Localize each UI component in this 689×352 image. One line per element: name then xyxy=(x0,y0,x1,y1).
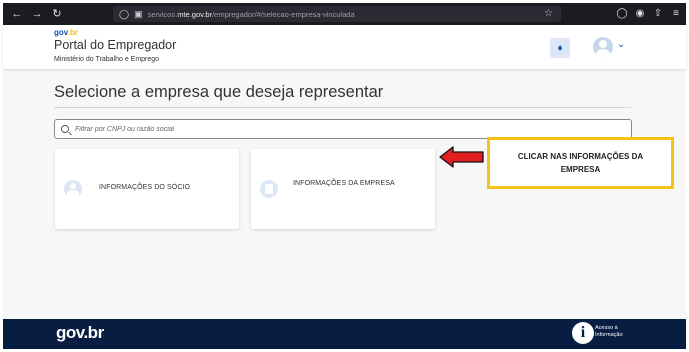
card-partner-info[interactable]: INFORMAÇÕES DO SÓCIO xyxy=(55,149,239,229)
back-icon[interactable]: ← xyxy=(9,6,25,22)
bookmark-star-icon[interactable]: ☆ xyxy=(544,8,553,19)
user-avatar[interactable] xyxy=(593,37,613,57)
card-label: INFORMAÇÕES DO SÓCIO xyxy=(99,184,191,191)
chevron-down-icon[interactable]: ⌄ xyxy=(617,39,625,50)
lock-icon[interactable]: ▣ xyxy=(134,9,143,19)
card-label: INFORMAÇÕES DA EMPRESA xyxy=(293,180,395,187)
page-title: Selecione a empresa que deseja represent… xyxy=(54,83,384,101)
extensions-icon[interactable]: ⇧ xyxy=(652,6,664,22)
notifications-bell-icon[interactable]: ♦ xyxy=(550,38,570,58)
site-footer: gov.br i Acesso à Informação xyxy=(3,319,686,349)
search-field[interactable] xyxy=(54,119,632,139)
info-icon[interactable]: i xyxy=(572,322,594,344)
card-company-info[interactable]: INFORMAÇÕES DA EMPRESA xyxy=(251,149,435,229)
account-icon[interactable]: ◉ xyxy=(634,6,646,22)
person-icon xyxy=(64,180,82,198)
forward-icon[interactable]: → xyxy=(29,6,45,22)
url-text: servicos.mte.gov.br/empregador/#/selecao… xyxy=(147,9,355,19)
instruction-callout: CLICAR NAS INFORMAÇÕES DA EMPRESA xyxy=(487,137,674,189)
callout-text: CLICAR NAS INFORMAÇÕES DA EMPRESA xyxy=(517,152,644,174)
search-icon xyxy=(61,125,69,133)
govbr-logo[interactable]: gov.br xyxy=(54,28,78,37)
divider xyxy=(54,107,631,108)
portal-title: Portal do Empregador xyxy=(54,38,177,52)
footer-govbr-logo[interactable]: gov.br xyxy=(56,323,104,343)
browser-toolbar: ← → ↻ ◯ ▣ servicos.mte.gov.br/empregador… xyxy=(3,3,686,25)
reload-icon[interactable]: ↻ xyxy=(49,6,65,22)
address-bar[interactable]: ◯ ▣ servicos.mte.gov.br/empregador/#/sel… xyxy=(113,6,561,22)
shield-icon[interactable]: ◯ xyxy=(119,9,129,19)
search-input[interactable] xyxy=(75,125,615,133)
access-to-information-link[interactable]: Acesso à Informação xyxy=(595,325,635,339)
building-icon xyxy=(260,180,278,198)
app-header: gov.br Portal do Empregador Ministério d… xyxy=(3,25,686,69)
red-arrow-icon xyxy=(439,146,484,168)
browser-tools: ◯ ◉ ⇧ ≡ xyxy=(616,6,682,22)
pocket-icon[interactable]: ◯ xyxy=(616,6,628,22)
menu-icon[interactable]: ≡ xyxy=(670,6,682,22)
ministry-name: Ministério do Trabalho e Emprego xyxy=(54,56,160,63)
